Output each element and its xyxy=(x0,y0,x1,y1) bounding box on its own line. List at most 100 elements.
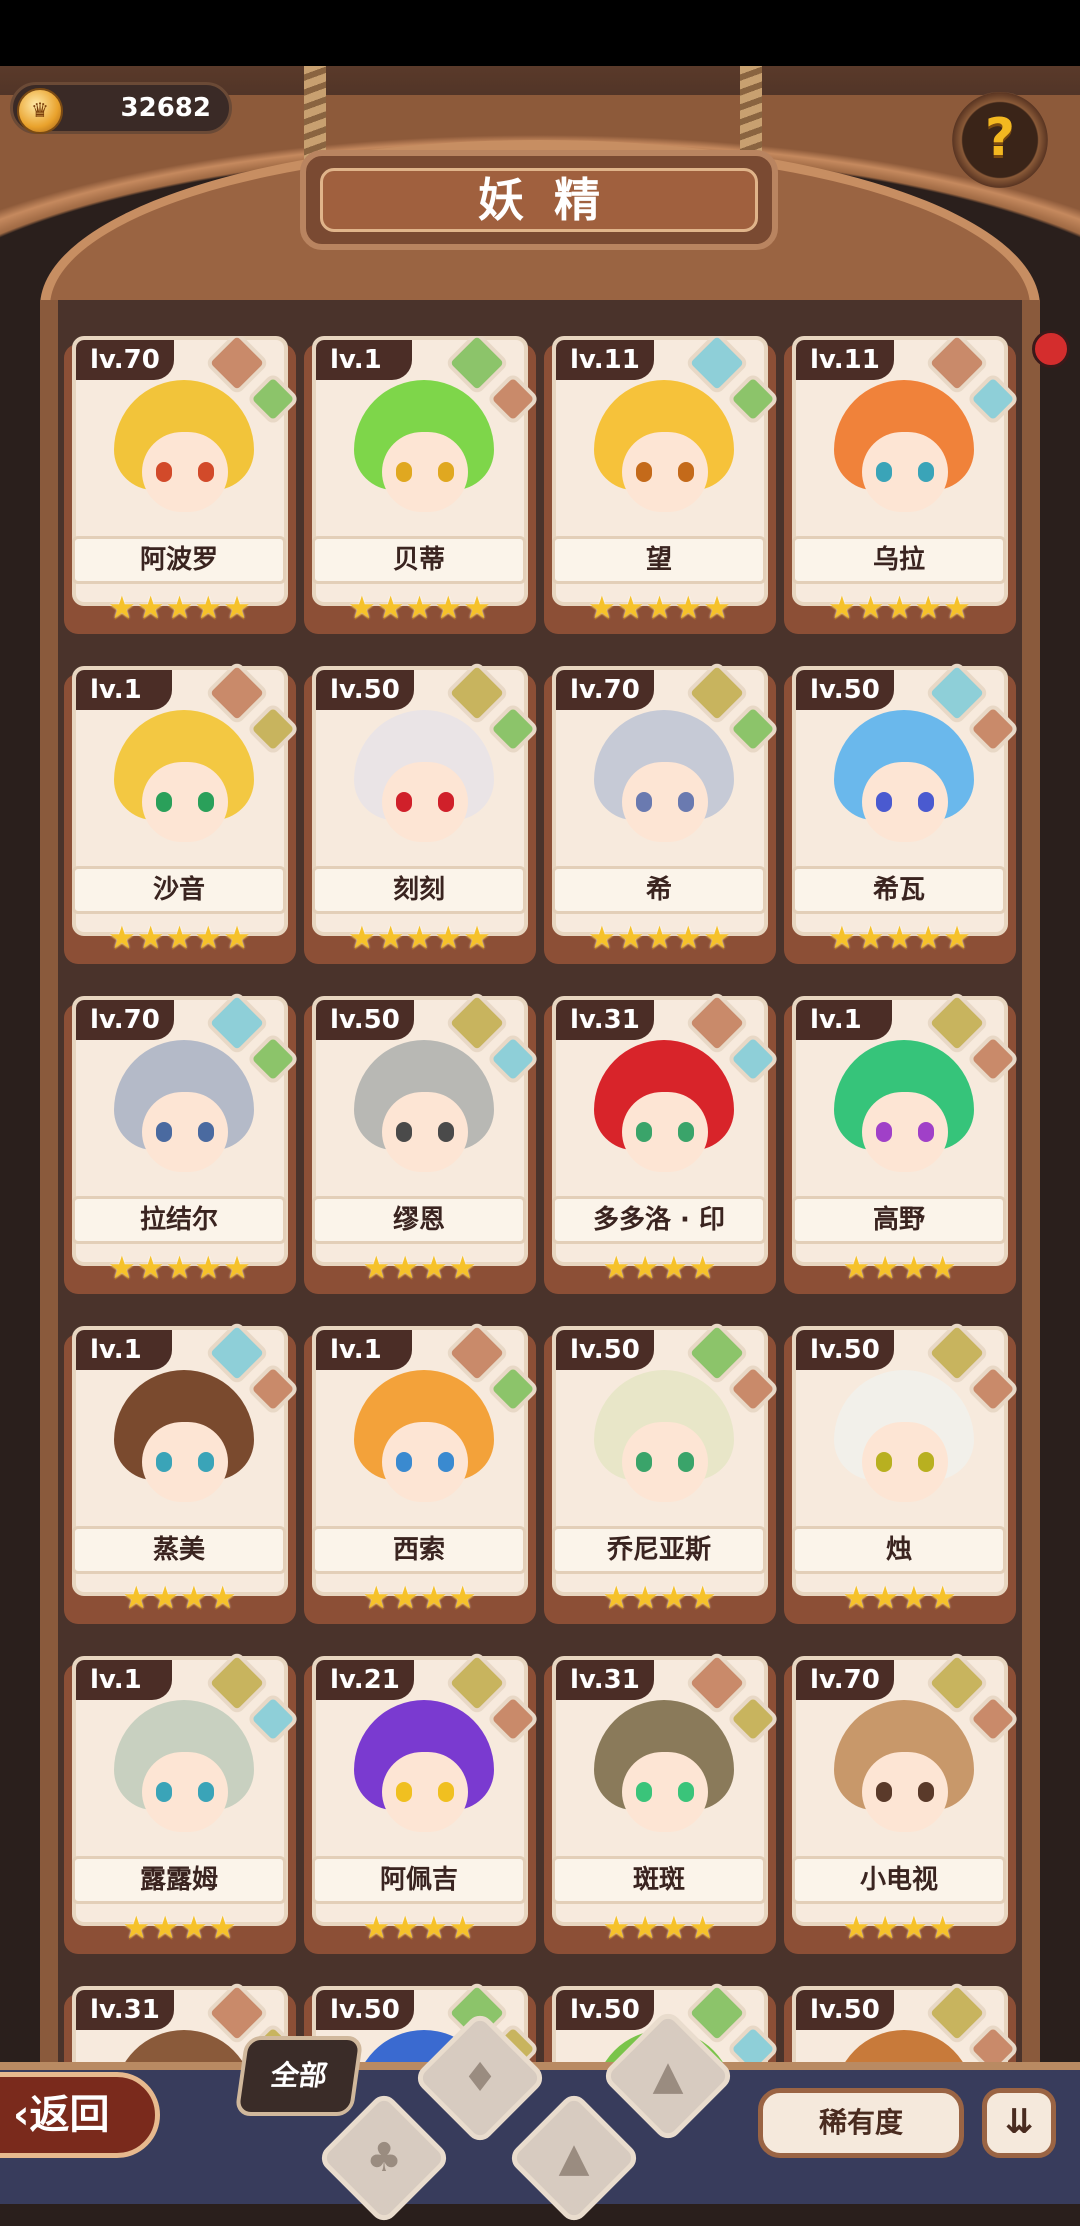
fairy-face xyxy=(142,1092,228,1172)
fairy-eye xyxy=(396,792,412,812)
sort-order-button[interactable]: ⇊ xyxy=(982,2088,1056,2158)
fairy-portrait xyxy=(814,370,994,540)
fairy-card[interactable]: lv.1 露露姆 ★★★★ xyxy=(64,1650,300,1956)
fairy-card[interactable]: lv.31 斑斑 ★★★★ xyxy=(544,1650,780,1956)
fairy-eye xyxy=(918,1782,934,1802)
filter-all-button[interactable]: 全部 xyxy=(234,2036,364,2116)
fairy-card[interactable]: lv.1 贝蒂 ★★★★★ xyxy=(304,336,540,636)
fairy-card[interactable]: lv.50 刻刻 ★★★★★ xyxy=(304,660,540,966)
fairy-eye xyxy=(636,462,652,482)
fairy-face xyxy=(862,1752,948,1832)
fairy-eye xyxy=(438,1122,454,1142)
fairy-name: 希 xyxy=(552,866,766,914)
star-rating: ★★★★ xyxy=(602,1910,718,1946)
level-tag: lv.50 xyxy=(796,670,894,710)
fairy-card[interactable]: lv.50 烛 ★★★★ xyxy=(784,1320,1020,1626)
fairy-eye xyxy=(678,462,694,482)
sort-rarity-button[interactable]: 稀有度 xyxy=(758,2088,964,2158)
fairy-card[interactable]: lv.21 阿佩吉 ★★★★ xyxy=(304,1650,540,1956)
fairy-eye xyxy=(198,1782,214,1802)
help-button[interactable]: ? xyxy=(952,92,1048,188)
star-rating: ★★★★ xyxy=(362,1580,478,1616)
fairy-portrait xyxy=(814,1690,994,1860)
fairy-eye xyxy=(636,1122,652,1142)
level-tag: lv.50 xyxy=(796,1330,894,1370)
star-rating: ★★★★ xyxy=(842,1250,958,1286)
question-sprout-icon: ? xyxy=(984,108,1016,168)
fairy-face xyxy=(622,1422,708,1502)
fairy-card[interactable]: lv.1 沙音 ★★★★★ xyxy=(64,660,300,966)
fairy-portrait xyxy=(574,370,754,540)
star-rating: ★★★★★ xyxy=(588,920,732,956)
fairy-card[interactable]: lv.11 望 ★★★★★ xyxy=(544,336,780,636)
fairy-eye xyxy=(396,462,412,482)
fairy-name: 希瓦 xyxy=(792,866,1006,914)
plant-icon: ♣ xyxy=(366,2135,402,2181)
fairy-face xyxy=(382,762,468,842)
fairy-portrait xyxy=(574,1360,754,1530)
level-tag: lv.50 xyxy=(316,670,414,710)
fairy-card[interactable]: lv.70 小电视 ★★★★ xyxy=(784,1650,1020,1956)
fairy-name: 露露姆 xyxy=(72,1856,286,1904)
fairy-card[interactable]: lv.31 多多洛 · 印 ★★★★ xyxy=(544,990,780,1296)
fairy-face xyxy=(382,1752,468,1832)
fairy-card[interactable]: lv.1 高野 ★★★★ xyxy=(784,990,1020,1296)
fairy-portrait xyxy=(574,700,754,870)
fairy-eye xyxy=(156,1122,172,1142)
fairy-portrait xyxy=(334,1690,514,1860)
fairy-card[interactable]: lv.1 西索 ★★★★ xyxy=(304,1320,540,1626)
fairy-eye xyxy=(876,1122,892,1142)
fairy-portrait xyxy=(94,700,274,870)
coin-value: 32682 xyxy=(120,93,211,123)
fairy-card[interactable]: lv.70 拉结尔 ★★★★★ xyxy=(64,990,300,1296)
fairy-face xyxy=(142,762,228,842)
fairy-name: 烛 xyxy=(792,1526,1006,1574)
sort-order-icon: ⇊ xyxy=(1004,2102,1034,2142)
fairy-card[interactable]: lv.70 希 ★★★★★ xyxy=(544,660,780,966)
level-tag: lv.50 xyxy=(556,1990,654,2030)
fairy-face xyxy=(382,1422,468,1502)
fairy-portrait xyxy=(574,1030,754,1200)
star-rating: ★★★★ xyxy=(122,1580,238,1616)
fairy-portrait xyxy=(334,700,514,870)
fairy-face xyxy=(862,1092,948,1172)
fairy-portrait xyxy=(334,370,514,540)
fairy-card[interactable]: lv.50 缪恩 ★★★★ xyxy=(304,990,540,1296)
back-button[interactable]: ‹返回 xyxy=(0,2072,160,2158)
level-tag: lv.1 xyxy=(76,1660,172,1700)
fairy-eye xyxy=(636,792,652,812)
fairy-name: 沙音 xyxy=(72,866,286,914)
star-rating: ★★★★ xyxy=(602,1580,718,1616)
level-tag: lv.1 xyxy=(76,1330,172,1370)
fairy-card[interactable]: lv.11 乌拉 ★★★★★ xyxy=(784,336,1020,636)
fairy-portrait xyxy=(94,370,274,540)
fairy-face xyxy=(862,432,948,512)
fairy-face xyxy=(142,432,228,512)
fairy-eye xyxy=(876,462,892,482)
fairy-eye xyxy=(918,462,934,482)
fairy-name: 刻刻 xyxy=(312,866,526,914)
fairy-card[interactable]: lv.1 蒸美 ★★★★ xyxy=(64,1320,300,1626)
fairy-card[interactable]: lv.50 xyxy=(784,1980,1020,2066)
level-tag: lv.70 xyxy=(796,1660,894,1700)
fairy-eye xyxy=(396,1452,412,1472)
fairy-name: 多多洛 · 印 xyxy=(552,1196,766,1244)
fairy-card[interactable]: lv.50 希瓦 ★★★★★ xyxy=(784,660,1020,966)
level-tag: lv.70 xyxy=(556,670,654,710)
page-title: 妖精 xyxy=(320,168,758,232)
fairy-face xyxy=(622,1752,708,1832)
fairy-face xyxy=(382,432,468,512)
back-chevron-icon: ‹ xyxy=(13,2092,30,2138)
fairy-card[interactable]: lv.50 乔尼亚斯 ★★★★ xyxy=(544,1320,780,1626)
fairy-name: 拉结尔 xyxy=(72,1196,286,1244)
fairy-name: 阿波罗 xyxy=(72,536,286,584)
fairy-face xyxy=(862,762,948,842)
star-rating: ★★★★ xyxy=(842,1910,958,1946)
star-rating: ★★★★★ xyxy=(348,920,492,956)
fairy-eye xyxy=(198,462,214,482)
star-rating: ★★★★★ xyxy=(828,920,972,956)
fairy-card[interactable]: lv.70 阿波罗 ★★★★★ xyxy=(64,336,300,636)
fairy-portrait xyxy=(814,1360,994,1530)
fairy-face xyxy=(622,762,708,842)
star-rating: ★★★★★ xyxy=(588,590,732,626)
